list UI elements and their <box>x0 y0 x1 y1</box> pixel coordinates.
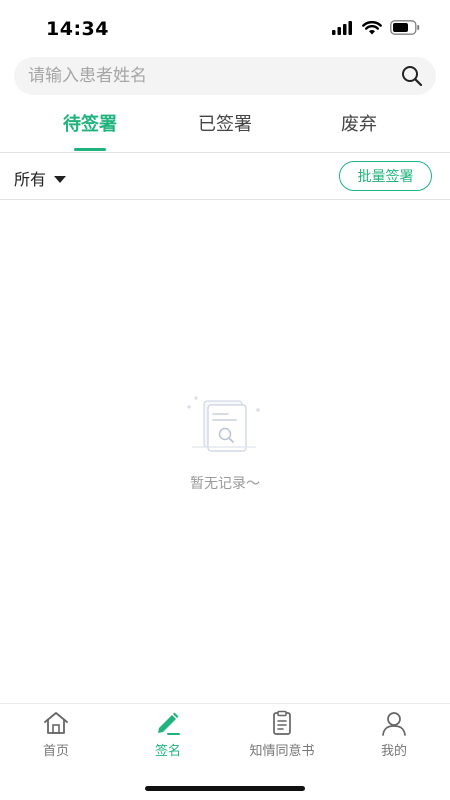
filter-row: 所有 批量签署 <box>0 154 450 200</box>
battery-icon <box>390 20 420 35</box>
search-icon[interactable] <box>400 64 424 88</box>
status-icons <box>332 20 420 35</box>
wifi-icon <box>362 20 382 34</box>
tab-pending[interactable]: 待签署 <box>40 110 140 136</box>
batch-sign-button[interactable]: 批量签署 <box>339 161 432 191</box>
active-tab-indicator <box>74 148 106 151</box>
tab-bar-item-consent[interactable]: 知情同意书 <box>226 710 338 759</box>
tab-bar-item-mine[interactable]: 我的 <box>338 710 450 759</box>
tab-bar-label-sign: 签名 <box>154 744 181 759</box>
status-tabs: 待签署 已签署 废弃 <box>0 100 450 153</box>
tab-bar-item-sign[interactable]: 签名 <box>112 710 224 759</box>
empty-document-icon <box>187 396 260 452</box>
status-time: 14:34 <box>46 18 109 40</box>
status-bar: 14:34 <box>0 0 450 54</box>
search-input[interactable] <box>28 57 388 95</box>
tab-bar-label-consent: 知情同意书 <box>249 744 315 759</box>
clipboard-icon <box>273 710 291 735</box>
tab-bar-item-home[interactable]: 首页 <box>0 710 112 759</box>
tab-bar-label-mine: 我的 <box>380 744 407 759</box>
caret-down-icon <box>54 175 67 183</box>
filter-selected-label: 所有 <box>14 170 47 189</box>
home-indicator <box>145 786 305 791</box>
search-bar <box>14 57 436 95</box>
user-icon <box>382 712 406 736</box>
empty-state-text: 暂无记录～ <box>190 476 260 492</box>
home-icon <box>44 712 68 734</box>
filter-dropdown[interactable]: 所有 <box>14 166 67 190</box>
pen-icon <box>158 712 180 735</box>
signal-icon <box>332 20 352 35</box>
tab-discarded[interactable]: 废弃 <box>309 110 409 136</box>
tab-signed[interactable]: 已签署 <box>175 110 275 136</box>
tab-bar-label-home: 首页 <box>42 744 69 759</box>
